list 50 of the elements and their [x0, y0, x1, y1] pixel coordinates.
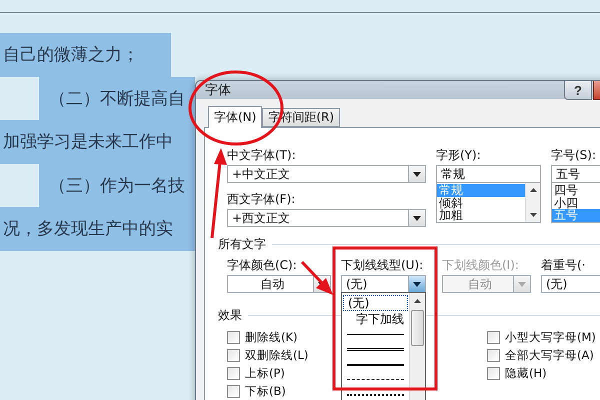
- field-label: 下划线颜色(I):: [442, 258, 520, 272]
- caret-icon: [518, 282, 526, 286]
- western-font-dropdown[interactable]: +西文正文: [227, 209, 426, 227]
- caret-icon: [413, 282, 421, 286]
- checkbox-label: 隐藏(H): [505, 366, 547, 380]
- section-title: 所有文字: [218, 236, 266, 253]
- checkbox-label: 小型大写字母(M): [505, 330, 596, 344]
- checkbox[interactable]: [227, 366, 240, 380]
- help-button[interactable]: ?: [564, 81, 592, 100]
- checkbox[interactable]: [487, 366, 500, 380]
- annotation-arrow: [300, 260, 333, 295]
- checkbox-label: 双删除线(L): [245, 348, 308, 362]
- list-option[interactable]: 四号: [552, 184, 600, 196]
- scroll-down-icon[interactable]: [530, 213, 536, 217]
- section-title: 效果: [218, 307, 242, 324]
- field-label: 字形(Y):: [436, 148, 482, 162]
- field-label: 字体颜色(C):: [227, 258, 298, 272]
- checkbox[interactable]: [487, 330, 500, 344]
- checkbox-label: 上标(P): [245, 366, 285, 380]
- list-option[interactable]: 小四: [552, 196, 600, 209]
- window-title: 字体: [205, 82, 231, 99]
- scroll-up-icon[interactable]: [414, 299, 421, 303]
- checkbox[interactable]: [487, 348, 500, 362]
- list-option[interactable]: 倾斜: [437, 196, 525, 209]
- field-label: 着重号(·: [541, 258, 586, 272]
- scroll-up-icon[interactable]: [530, 188, 536, 192]
- checkbox[interactable]: [227, 384, 240, 398]
- list-option[interactable]: 加粗: [437, 209, 525, 222]
- chinese-font-dropdown[interactable]: +中文正文: [227, 165, 426, 183]
- font-size-input[interactable]: 五号: [551, 165, 600, 183]
- checkbox-label: 全部大写字母(A): [505, 348, 594, 362]
- checkbox[interactable]: [227, 330, 240, 344]
- field-label: 字号(S):: [551, 148, 598, 162]
- checkbox-label: 下标(B): [245, 384, 286, 398]
- dropdown[interactable]: (无): [341, 275, 426, 293]
- caret-icon: [413, 216, 421, 220]
- field-label: 下划线线型(U):: [341, 258, 424, 272]
- underline-option[interactable]: 字下加线: [343, 311, 408, 327]
- checkbox-label: 删除线(K): [245, 330, 298, 344]
- underline-option[interactable]: (无): [343, 295, 408, 311]
- tab[interactable]: 字体(N): [208, 106, 262, 128]
- dropdown[interactable]: 自动: [227, 275, 331, 293]
- font-style-input[interactable]: 常规: [436, 165, 541, 183]
- caret-icon: [413, 172, 421, 176]
- checkbox[interactable]: [227, 348, 240, 362]
- dropdown[interactable]: (无): [541, 275, 600, 293]
- field-label: 中文字体(T):: [227, 148, 297, 162]
- field-label: 西文字体(F):: [227, 192, 296, 206]
- scrollbar[interactable]: [409, 293, 425, 400]
- scrollbar[interactable]: [525, 183, 540, 222]
